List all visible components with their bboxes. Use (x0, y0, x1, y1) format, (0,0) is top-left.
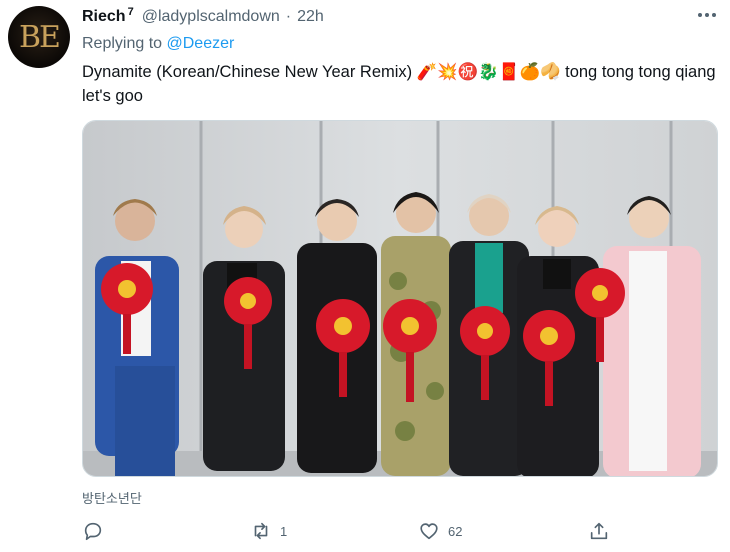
like-count: 62 (448, 523, 463, 539)
retweet-button[interactable]: 1 (250, 520, 287, 542)
media-caption[interactable]: 방탄소년단 (82, 488, 142, 507)
mention-link[interactable]: @Deezer (167, 35, 235, 52)
display-name-superscript: 7 (127, 6, 134, 18)
timestamp[interactable]: 22h (297, 8, 324, 26)
display-name[interactable]: Riech (82, 8, 126, 26)
reply-button[interactable] (82, 520, 112, 542)
retweet-icon (254, 522, 268, 540)
retweet-count: 1 (280, 523, 288, 539)
tweet-text: Dynamite (Korean/Chinese New Year Remix)… (82, 63, 716, 105)
like-button[interactable]: 62 (418, 520, 462, 542)
user-handle[interactable]: @ladyplscalmdown (142, 8, 280, 26)
like-icon (420, 523, 438, 540)
more-icon[interactable] (698, 12, 716, 18)
reply-context: Replying to @Deezer (82, 35, 234, 53)
replying-to-label: Replying to (82, 35, 163, 52)
avatar[interactable]: BE (8, 6, 70, 68)
share-icon (590, 522, 608, 540)
avatar-logo-text: BE (19, 19, 61, 55)
reply-icon (84, 522, 102, 541)
tweet-actions: 1 62 (82, 520, 622, 546)
tweet-photo[interactable] (82, 120, 718, 477)
header-separator: · (285, 8, 292, 25)
tweet-header: Riech 7 @ladyplscalmdown · 22h (82, 6, 324, 30)
group-photo-illustration (83, 121, 717, 476)
share-button[interactable] (588, 520, 610, 542)
